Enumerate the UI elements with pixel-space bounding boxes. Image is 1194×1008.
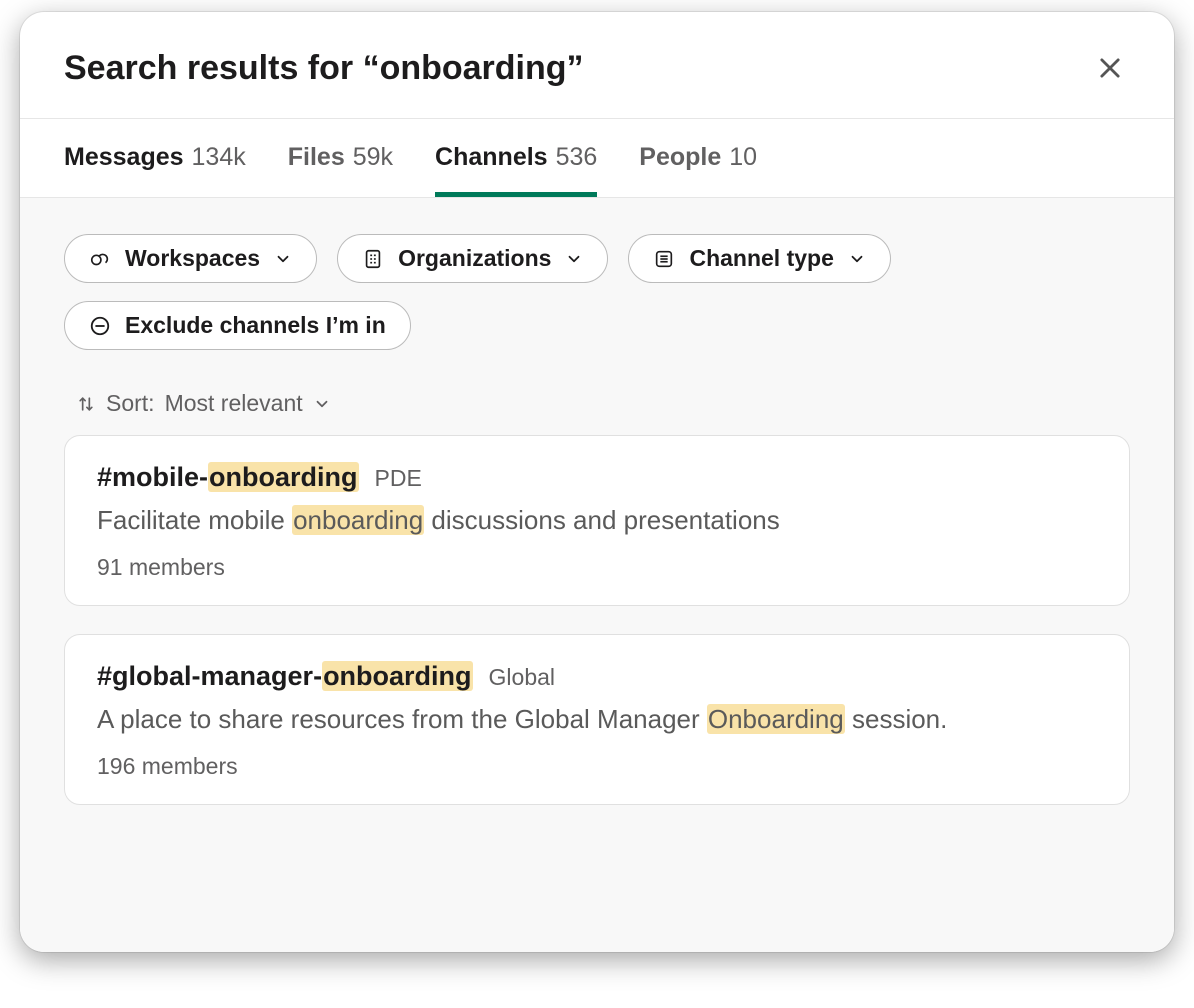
filter-row: Workspaces Organizations bbox=[64, 234, 1130, 283]
channel-name: #mobile-onboarding bbox=[97, 462, 359, 493]
tab-count: 134k bbox=[192, 143, 246, 172]
filter-channel-type[interactable]: Channel type bbox=[628, 234, 890, 283]
tab-count: 536 bbox=[556, 143, 598, 172]
chevron-down-icon bbox=[848, 250, 866, 268]
tab-label: Messages bbox=[64, 143, 184, 172]
channel-workspace-tag: Global bbox=[489, 664, 555, 691]
header: Search results for “onboarding” bbox=[20, 12, 1174, 118]
sort-value: Most relevant bbox=[165, 390, 303, 417]
channel-workspace-tag: PDE bbox=[375, 465, 422, 492]
tab-count: 10 bbox=[729, 143, 757, 172]
search-results-panel: Search results for “onboarding” Messages… bbox=[20, 12, 1174, 952]
channel-description: A place to share resources from the Glob… bbox=[97, 702, 1097, 737]
filter-row-2: Exclude channels I’m in bbox=[64, 301, 1130, 350]
filter-label: Exclude channels I’m in bbox=[125, 312, 386, 339]
title-query: “onboarding” bbox=[363, 49, 584, 87]
channel-description: Facilitate mobile onboarding discussions… bbox=[97, 503, 1097, 538]
channel-result[interactable]: #mobile-onboarding PDE Facilitate mobile… bbox=[64, 435, 1130, 606]
channel-result[interactable]: #global-manager-onboarding Global A plac… bbox=[64, 634, 1130, 805]
sort-icon bbox=[76, 394, 96, 414]
tab-label: Channels bbox=[435, 143, 548, 172]
filter-exclude-my-channels[interactable]: Exclude channels I’m in bbox=[64, 301, 411, 350]
workspaces-icon bbox=[89, 248, 111, 270]
channel-name: #global-manager-onboarding bbox=[97, 661, 473, 692]
page-title: Search results for “onboarding” bbox=[64, 49, 584, 88]
tabs: Messages 134k Files 59k Channels 536 Peo… bbox=[20, 118, 1174, 198]
tab-label: Files bbox=[288, 143, 345, 172]
highlight: onboarding bbox=[208, 462, 358, 492]
tab-people[interactable]: People 10 bbox=[639, 119, 757, 197]
filter-label: Workspaces bbox=[125, 245, 260, 272]
tab-label: People bbox=[639, 143, 721, 172]
sort-label-prefix: Sort: bbox=[106, 390, 155, 417]
building-icon bbox=[362, 248, 384, 270]
close-button[interactable] bbox=[1090, 48, 1130, 88]
title-prefix: Search results for bbox=[64, 49, 363, 87]
channel-title-row: #mobile-onboarding PDE bbox=[97, 462, 1097, 493]
tab-messages[interactable]: Messages 134k bbox=[64, 119, 246, 197]
highlight: onboarding bbox=[322, 661, 472, 691]
filter-label: Channel type bbox=[689, 245, 833, 272]
channel-title-row: #global-manager-onboarding Global bbox=[97, 661, 1097, 692]
filter-label: Organizations bbox=[398, 245, 551, 272]
minus-circle-icon bbox=[89, 315, 111, 337]
sort-dropdown[interactable]: Sort: Most relevant bbox=[76, 390, 1130, 417]
tab-files[interactable]: Files 59k bbox=[288, 119, 393, 197]
chevron-down-icon bbox=[274, 250, 292, 268]
chevron-down-icon bbox=[313, 395, 331, 413]
filter-organizations[interactable]: Organizations bbox=[337, 234, 608, 283]
tab-count: 59k bbox=[353, 143, 393, 172]
chevron-down-icon bbox=[565, 250, 583, 268]
tab-channels[interactable]: Channels 536 bbox=[435, 119, 597, 197]
filters-area: Workspaces Organizations bbox=[20, 198, 1174, 952]
filter-workspaces[interactable]: Workspaces bbox=[64, 234, 317, 283]
highlight: onboarding bbox=[292, 505, 424, 535]
channel-members: 196 members bbox=[97, 753, 1097, 780]
channel-members: 91 members bbox=[97, 554, 1097, 581]
highlight: Onboarding bbox=[707, 704, 845, 734]
close-icon bbox=[1096, 54, 1124, 82]
list-icon bbox=[653, 248, 675, 270]
